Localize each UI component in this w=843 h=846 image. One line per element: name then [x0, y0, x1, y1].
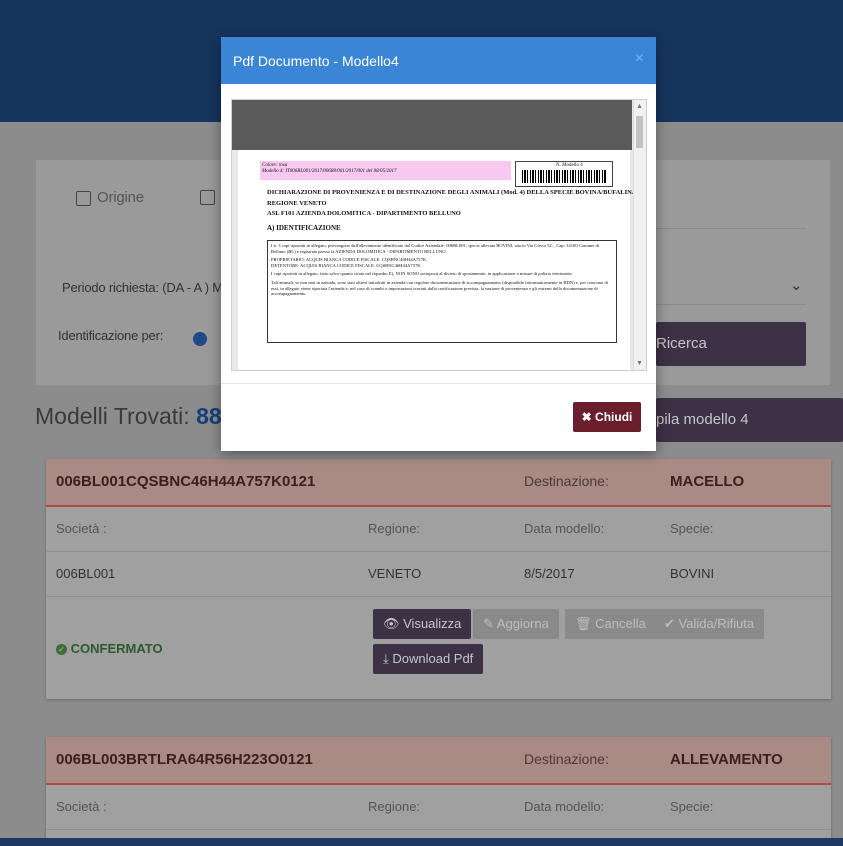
validate-label: Valida/Rifiuta: [678, 616, 755, 631]
species-header: Specie:: [670, 521, 714, 536]
close-icon[interactable]: ×: [635, 50, 644, 68]
close-x-icon: ✖: [581, 410, 596, 424]
doc-asl: ASL F101 AZIENDA DOLOMITICA - DIPARTIMEN…: [267, 210, 461, 217]
view-label: Visualizza: [403, 616, 462, 631]
model-code: 006BL001CQSBNC46H44A757K0121: [56, 473, 316, 490]
compile-model-button[interactable]: pila modello 4: [656, 398, 843, 442]
barcode-label: N. Modello 4: [556, 163, 583, 168]
results-count: 88: [196, 403, 222, 429]
doc-paragraph: Tali animali, se non nati in azienda, so…: [271, 279, 608, 297]
second-checkbox-box[interactable]: [200, 190, 215, 206]
doc-region: REGIONE VENETO: [267, 200, 327, 207]
origin-checkbox[interactable]: Origine: [76, 189, 144, 206]
validate-button[interactable]: ✔ Valida/Rifiuta: [654, 609, 765, 639]
card-values-row: 006BL001 VENETO 8/5/2017 BOVINI: [46, 552, 831, 597]
region-header: Regione:: [368, 799, 421, 814]
model-code: 006BL003BRTLRA64R56H223O0121: [56, 751, 313, 768]
download-label: Download Pdf: [392, 651, 474, 666]
search-button-label: Ricerca: [656, 335, 707, 352]
destination-label: Destinazione:: [524, 473, 609, 489]
pdf-page: Colore: rosa Modello 4: IT006BL001/2017/…: [238, 150, 637, 370]
update-label: Aggiorna: [496, 616, 549, 631]
date-header: Data modello:: [524, 521, 605, 536]
chevron-down-icon[interactable]: ⌄: [790, 276, 803, 294]
ident-label: Identificazione per:: [58, 328, 164, 343]
date-value: 8/5/2017: [524, 566, 575, 581]
doc-model-line: Modello 4: IT006BL001/2017/00688/001/201…: [262, 169, 397, 174]
card-header-row: Società : Regione: Data modello: Specie:: [46, 785, 831, 830]
barcode: N. Modello 4: [515, 161, 613, 187]
origin-label: Origine: [97, 189, 144, 206]
doc-section: A) IDENTIFICAZIONE: [267, 224, 341, 232]
check-circle-icon: ✓: [56, 644, 67, 656]
search-button[interactable]: Ricerca: [656, 322, 806, 366]
delete-button[interactable]: 🗑︎ Cancella: [565, 609, 656, 639]
doc-title: DICHIARAZIONE DI PROVENIENZA E DI DESTIN…: [267, 189, 637, 196]
pencil-icon: ✎: [483, 616, 497, 631]
result-card: 006BL001CQSBNC46H44A757K0121 Destinazion…: [46, 459, 831, 699]
ident-radio[interactable]: [193, 332, 207, 346]
doc-identification-box: I n. 3 capi riportati in allegato, prove…: [267, 240, 617, 343]
download-icon: ⤓: [383, 651, 393, 666]
company-header: Società :: [56, 521, 107, 536]
species-value: BOVINI: [670, 566, 715, 581]
scroll-up-icon[interactable]: ▲: [636, 103, 643, 110]
compile-model-label: pila modello 4: [656, 411, 749, 428]
update-button[interactable]: ✎ Aggiorna: [473, 609, 559, 639]
trash-icon: 🗑︎: [575, 616, 596, 631]
destination-value: ALLEVAMENTO: [670, 751, 783, 768]
origin-checkbox-box[interactable]: [76, 190, 91, 206]
view-button[interactable]: 👁︎ Visualizza: [373, 609, 472, 639]
results-title: Modelli Trovati: 88: [35, 403, 222, 430]
modal-title: Pdf Documento - Modello4: [233, 53, 399, 69]
scroll-thumb[interactable]: [636, 116, 643, 148]
destination-value: MACELLO: [670, 473, 745, 490]
second-checkbox[interactable]: [200, 189, 221, 206]
eye-icon: 👁︎: [383, 616, 404, 631]
card-header-row: Società : Regione: Data modello: Specie:: [46, 507, 831, 552]
pdf-modal: Pdf Documento - Modello4 × Colore: rosa …: [221, 37, 656, 451]
barcode-bars: [522, 170, 606, 183]
delete-label: Cancella: [595, 616, 646, 631]
region-header: Regione:: [368, 521, 421, 536]
period-divider: [656, 304, 806, 305]
period-label: Periodo richiesta: (DA - A ) M: [62, 280, 223, 295]
doc-color-box: Colore: rosa Modello 4: IT006BL001/2017/…: [260, 161, 511, 180]
pdf-viewer-toolbar: [232, 100, 632, 150]
modal-footer-divider: [221, 383, 656, 384]
company-header: Società :: [56, 799, 107, 814]
close-button[interactable]: ✖ Chiudi: [573, 402, 641, 432]
pdf-scrollbar[interactable]: ▲ ▼: [633, 100, 646, 370]
doc-paragraph: I capi riportati in allegato, fatto salv…: [271, 271, 573, 277]
modal-header: Pdf Documento - Modello4 ×: [221, 37, 656, 84]
doc-paragraph: I n. 3 capi riportati in allegato, prove…: [271, 243, 600, 254]
check-icon: ✔: [664, 616, 679, 631]
scroll-down-icon[interactable]: ▼: [636, 360, 643, 367]
status-text: CONFERMATO: [70, 641, 163, 656]
result-card: 006BL003BRTLRA64R56H223O0121 Destinazion…: [46, 737, 831, 838]
footer-bar: [0, 838, 843, 846]
card-header: 006BL001CQSBNC46H44A757K0121 Destinazion…: [46, 459, 831, 507]
species-header: Specie:: [670, 799, 714, 814]
results-title-text: Modelli Trovati:: [35, 403, 190, 429]
card-header: 006BL003BRTLRA64R56H223O0121 Destinazion…: [46, 737, 831, 785]
pdf-viewer[interactable]: Colore: rosa Modello 4: IT006BL001/2017/…: [231, 99, 647, 371]
download-pdf-button[interactable]: ⤓ Download Pdf: [373, 644, 484, 674]
doc-holder: DETENTORE: ACQUIS BIANCA CODICE FISCALE:…: [271, 262, 421, 268]
destination-label: Destinazione:: [524, 751, 609, 767]
filter-divider: [656, 228, 806, 229]
company-value: 006BL001: [56, 566, 116, 581]
region-value: VENETO: [368, 566, 422, 581]
status-badge: ✓ CONFERMATO: [56, 641, 163, 656]
close-button-label: Chiudi: [595, 410, 633, 424]
date-header: Data modello:: [524, 799, 605, 814]
